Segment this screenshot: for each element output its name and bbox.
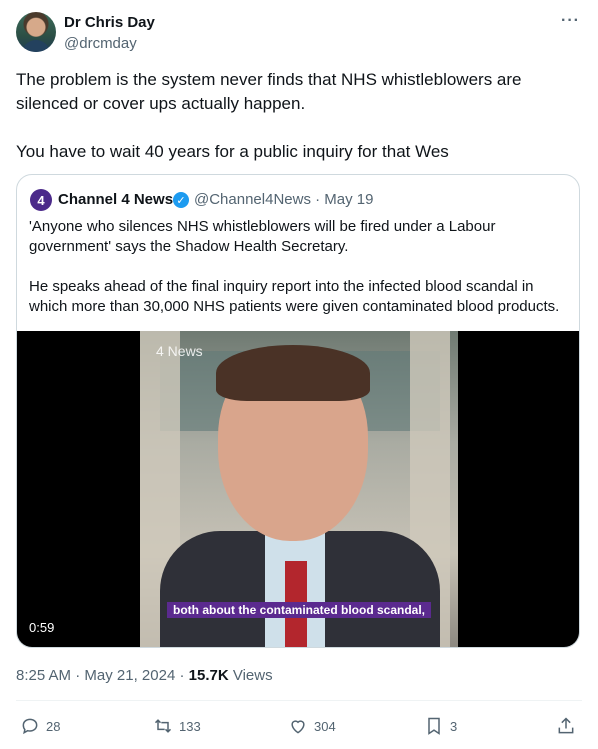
- verified-badge-icon: ✓: [173, 192, 189, 208]
- quote-author-name: Channel 4 News: [58, 191, 174, 208]
- reply-button[interactable]: 28: [20, 716, 60, 736]
- tweet-time[interactable]: 8:25 AM: [16, 667, 71, 684]
- quoted-tweet[interactable]: 4 Channel 4 News ✓ @Channel4News · May 1…: [16, 174, 580, 648]
- video-frame: 4 News: [140, 331, 458, 647]
- video-duration: 0:59: [29, 620, 55, 635]
- channel4-logo-icon: 4: [30, 189, 52, 211]
- video-player[interactable]: 4 News both about the contaminated blood…: [17, 331, 579, 647]
- avatar-figure: [22, 40, 50, 52]
- tweet-timestamp: 8:25 AM · May 21, 2024 · 15.7K Views: [16, 667, 273, 684]
- views-label: Views: [232, 667, 273, 684]
- share-button[interactable]: [556, 716, 582, 736]
- heart-icon: [291, 720, 305, 734]
- meta-separator: ·: [315, 191, 321, 208]
- divider: [16, 700, 582, 701]
- bookmark-count: 3: [450, 718, 458, 734]
- author-name[interactable]: Dr Chris Day: [64, 14, 155, 31]
- quote-paragraph: He speaks ahead of the final inquiry rep…: [29, 278, 560, 315]
- bookmark-button[interactable]: 3: [424, 716, 457, 736]
- quote-paragraph: 'Anyone who silences NHS whistleblowers …: [29, 218, 496, 255]
- repost-count: 133: [179, 718, 201, 734]
- repost-button[interactable]: 133: [153, 716, 201, 736]
- channel-watermark: 4 News: [156, 343, 203, 359]
- quote-meta: @Channel4News · May 19: [194, 191, 374, 208]
- quote-text: 'Anyone who silences NHS whistleblowers …: [29, 217, 567, 337]
- like-button[interactable]: 304: [288, 716, 336, 736]
- share-icon: [558, 717, 574, 734]
- reply-icon: [22, 718, 38, 735]
- quote-author-handle: @Channel4News: [194, 191, 311, 208]
- like-count: 304: [314, 718, 336, 734]
- author-handle[interactable]: @drcmday: [64, 35, 137, 52]
- views-count: 15.7K: [188, 667, 229, 684]
- author-avatar[interactable]: [16, 12, 56, 52]
- tweet-date[interactable]: May 21, 2024: [84, 667, 175, 684]
- repost-icon: [154, 719, 172, 733]
- action-bar: 28 133 304 3: [0, 708, 598, 744]
- tweet-text: The problem is the system never finds th…: [16, 68, 586, 188]
- quote-date: May 19: [324, 191, 374, 208]
- more-options-icon[interactable]: ···: [561, 12, 580, 30]
- video-caption: both about the contaminated blood scanda…: [167, 602, 432, 618]
- reply-count: 28: [46, 718, 61, 734]
- tweet-paragraph: You have to wait 40 years for a public i…: [16, 142, 449, 161]
- tweet-paragraph: The problem is the system never finds th…: [16, 70, 522, 113]
- bookmark-icon: [428, 717, 440, 735]
- person-hair: [216, 345, 370, 401]
